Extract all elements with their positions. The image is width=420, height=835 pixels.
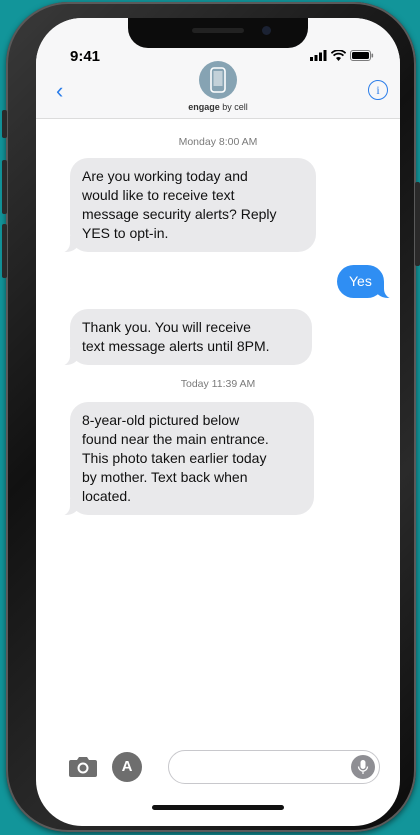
message-line: text message alerts until 8PM. <box>82 338 270 354</box>
silent-switch <box>2 110 7 138</box>
home-indicator[interactable] <box>152 805 284 810</box>
status-icons <box>310 50 374 61</box>
message-text: Yes <box>349 273 372 289</box>
camera-icon[interactable] <box>68 754 98 778</box>
message-line: would like to receive text <box>82 187 235 203</box>
contact-name: engage by cell <box>188 102 248 112</box>
outgoing-message: Yes <box>337 265 394 299</box>
message-line: located. <box>82 488 132 504</box>
signal-icon <box>310 50 327 61</box>
volume-down-button <box>2 224 7 278</box>
battery-icon <box>350 50 374 61</box>
incoming-message: Are you working today and would like to … <box>60 158 316 253</box>
info-icon[interactable]: i <box>368 80 388 100</box>
message-input[interactable] <box>168 750 380 784</box>
notch <box>128 18 308 48</box>
speaker-grille <box>192 28 244 33</box>
power-button <box>415 182 420 266</box>
message-line: YES to opt-in. <box>82 225 169 241</box>
back-chevron-icon[interactable]: ‹ <box>56 78 63 104</box>
message-line: Thank you. You will receive <box>82 319 251 335</box>
app-store-icon[interactable]: A <box>112 752 142 782</box>
phone-screen: ‹ engage by cell i 9:41 Monday 8:00 AM A… <box>36 18 400 826</box>
message-line: Are you working today and <box>82 168 248 184</box>
incoming-message: 8-year-old pictured below found near the… <box>60 402 314 516</box>
timestamp: Today 11:39 AM <box>180 378 256 390</box>
wifi-icon <box>331 50 346 61</box>
contact-avatar-icon[interactable] <box>199 61 237 99</box>
message-line: This photo taken earlier today <box>82 450 267 466</box>
message-line: found near the main entrance. <box>82 431 269 447</box>
front-camera <box>262 26 271 35</box>
phone-frame: ‹ engage by cell i 9:41 Monday 8:00 AM A… <box>2 2 420 832</box>
timestamp: Monday 8:00 AM <box>178 136 258 148</box>
message-line: by mother. Text back when <box>82 469 248 485</box>
status-time: 9:41 <box>70 48 101 65</box>
incoming-message: Thank you. You will receive text message… <box>60 309 312 366</box>
message-line: 8-year-old pictured below <box>82 412 240 428</box>
microphone-icon[interactable] <box>351 755 375 779</box>
message-composer: A <box>36 748 400 788</box>
message-line: message security alerts? Reply <box>82 206 277 222</box>
volume-up-button <box>2 160 7 214</box>
